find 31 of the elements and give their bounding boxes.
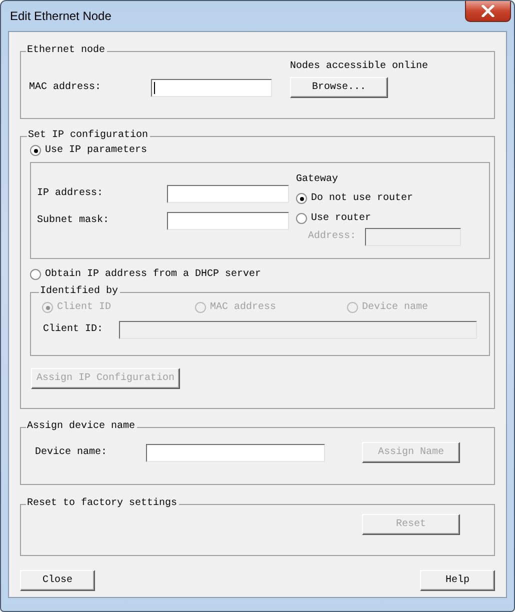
button[interactable]: Browse...	[290, 77, 388, 98]
group-title: Identified by	[39, 286, 120, 298]
input-field[interactable]	[146, 444, 325, 462]
radio-indicator[interactable]	[296, 193, 307, 204]
window-title: Edit Ethernet Node	[10, 9, 112, 23]
label: MAC address:	[29, 82, 102, 94]
radio-indicator[interactable]	[30, 145, 41, 156]
label: Device name:	[35, 446, 108, 458]
button[interactable]: Help	[420, 570, 495, 591]
radio-indicator[interactable]	[296, 213, 307, 224]
input-field[interactable]	[167, 212, 289, 230]
radio-button[interactable]: Do not use router	[296, 193, 461, 204]
close-icon	[481, 5, 495, 17]
input-field[interactable]	[167, 185, 289, 203]
group-title: Set IP configuration	[27, 130, 150, 142]
radio-indicator[interactable]	[30, 269, 41, 280]
label: Nodes accessible online	[290, 61, 430, 73]
button[interactable]: Close	[20, 570, 95, 591]
label: Address:	[308, 231, 358, 243]
radio-button[interactable]: Use IP parameters	[30, 145, 486, 156]
radio-button[interactable]: Obtain IP address from a DHCP server	[30, 269, 486, 280]
label: Gateway	[296, 174, 340, 186]
group-title: Assign device name	[26, 421, 136, 433]
group-title: Ethernet node	[26, 45, 106, 57]
input-field[interactable]	[151, 78, 272, 96]
label: Subnet mask:	[37, 215, 110, 227]
radio-button[interactable]: Use router	[296, 213, 461, 224]
close-button[interactable]	[465, 1, 511, 22]
label: Client ID:	[43, 324, 104, 336]
group-title: Reset to factory settings	[26, 498, 178, 510]
label: IP address:	[37, 188, 104, 200]
